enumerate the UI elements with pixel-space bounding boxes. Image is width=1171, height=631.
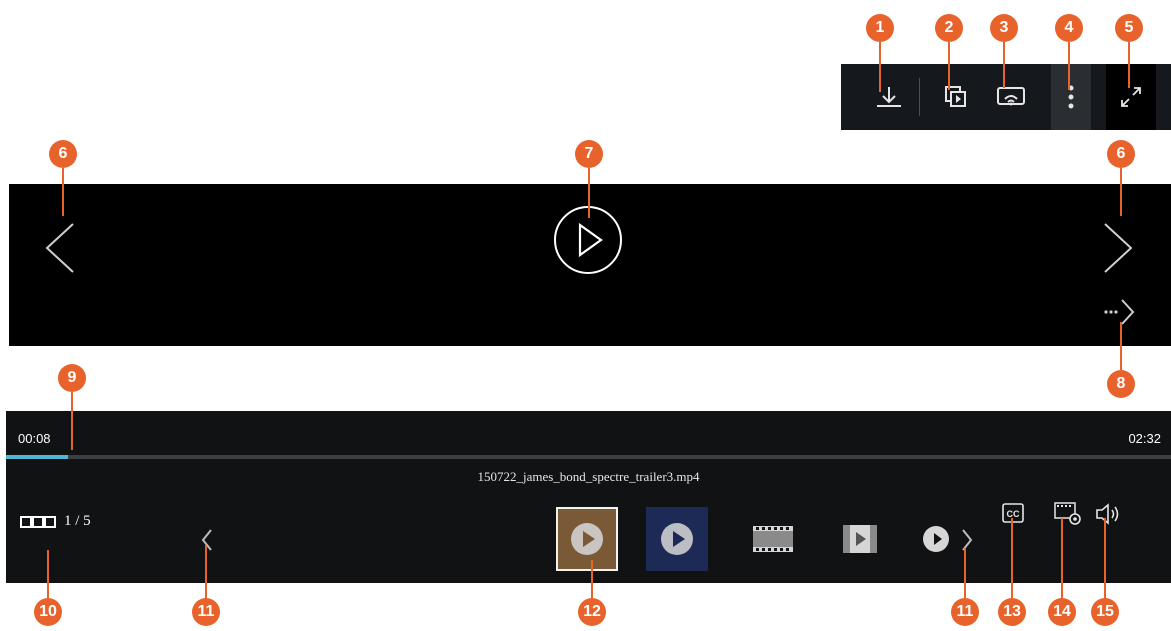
callout-line	[1128, 42, 1130, 88]
callout-marker-progress: 9	[58, 364, 86, 392]
closed-caption-icon[interactable]: CC	[1002, 503, 1024, 523]
thumbnails-next-icon[interactable]	[960, 528, 974, 552]
fullscreen-icon	[1121, 87, 1141, 107]
callout-marker-more-arrow: 8	[1107, 370, 1135, 398]
top-toolbar	[841, 64, 1171, 130]
callout-marker-download: 1	[866, 14, 894, 42]
callout-marker-video-settings: 14	[1048, 598, 1076, 626]
gallery-counter: 1 / 5	[20, 513, 91, 530]
fullscreen-button[interactable]	[1106, 64, 1156, 130]
toolbar-divider	[919, 78, 920, 116]
callout-line	[1061, 518, 1063, 598]
callout-line	[1120, 168, 1122, 216]
callout-marker-slideshow: 2	[935, 14, 963, 42]
more-options-button[interactable]	[1051, 64, 1091, 130]
film-icon	[753, 526, 793, 552]
thumbnail-5[interactable]	[916, 507, 956, 571]
callout-marker-thumbs-next: 11	[951, 598, 979, 626]
counter-text: 1 / 5	[64, 513, 91, 529]
callout-line	[1068, 42, 1070, 90]
callout-line	[1003, 42, 1005, 88]
media-viewer	[9, 184, 1171, 346]
callout-marker-cast: 3	[990, 14, 1018, 42]
callout-line	[964, 548, 966, 598]
callout-marker-thumbnails: 12	[578, 598, 606, 626]
callout-marker-volume: 15	[1091, 598, 1119, 626]
callout-line	[1104, 518, 1106, 598]
filmstrip-icon	[20, 515, 56, 528]
previous-arrow-icon[interactable]	[43, 222, 77, 274]
callout-line	[71, 392, 73, 450]
callout-marker-counter: 10	[34, 598, 62, 626]
video-file-icon	[843, 525, 877, 553]
thumbnail-1[interactable]	[556, 507, 618, 571]
callout-line	[205, 545, 207, 599]
cast-button[interactable]	[986, 64, 1036, 130]
callout-line	[948, 42, 950, 90]
cast-icon	[997, 87, 1025, 106]
callout-marker-play: 7	[575, 140, 603, 168]
thumbnails-prev-icon[interactable]	[200, 528, 214, 552]
callout-line	[588, 168, 590, 218]
callout-line	[591, 560, 593, 598]
callout-line	[1120, 322, 1122, 370]
callout-line	[62, 168, 64, 216]
slideshow-button[interactable]	[931, 64, 981, 130]
partial-thumbnail-icon	[923, 526, 949, 552]
callout-marker-prev: 6	[49, 140, 77, 168]
thumbnail-2[interactable]	[646, 507, 708, 571]
callout-marker-cc: 13	[998, 598, 1026, 626]
progress-bar[interactable]	[6, 455, 1171, 459]
slideshow-icon	[945, 86, 966, 107]
video-thumbnail-icon	[661, 523, 693, 555]
thumbnail-3[interactable]	[742, 507, 804, 571]
cc-label: CC	[1007, 509, 1020, 519]
player-control-bar: 00:08 02:32 150722_james_bond_spectre_tr…	[6, 411, 1171, 583]
download-button[interactable]	[859, 64, 919, 130]
callout-line	[47, 550, 49, 600]
current-time: 00:08	[18, 431, 51, 446]
video-thumbnail-icon	[571, 523, 603, 555]
callout-marker-more-options: 4	[1055, 14, 1083, 42]
callout-marker-next: 6	[1107, 140, 1135, 168]
video-settings-icon[interactable]	[1054, 501, 1084, 527]
volume-icon[interactable]	[1094, 502, 1122, 526]
file-name: 150722_james_bond_spectre_trailer3.mp4	[477, 469, 700, 484]
callout-marker-thumbs-prev: 11	[192, 598, 220, 626]
callout-line	[1011, 518, 1013, 598]
thumbnail-4[interactable]	[829, 507, 891, 571]
callout-line	[879, 42, 881, 92]
progress-fill	[6, 455, 68, 459]
total-time: 02:32	[1128, 431, 1161, 446]
callout-marker-fullscreen: 5	[1115, 14, 1143, 42]
next-arrow-icon[interactable]	[1101, 222, 1135, 274]
